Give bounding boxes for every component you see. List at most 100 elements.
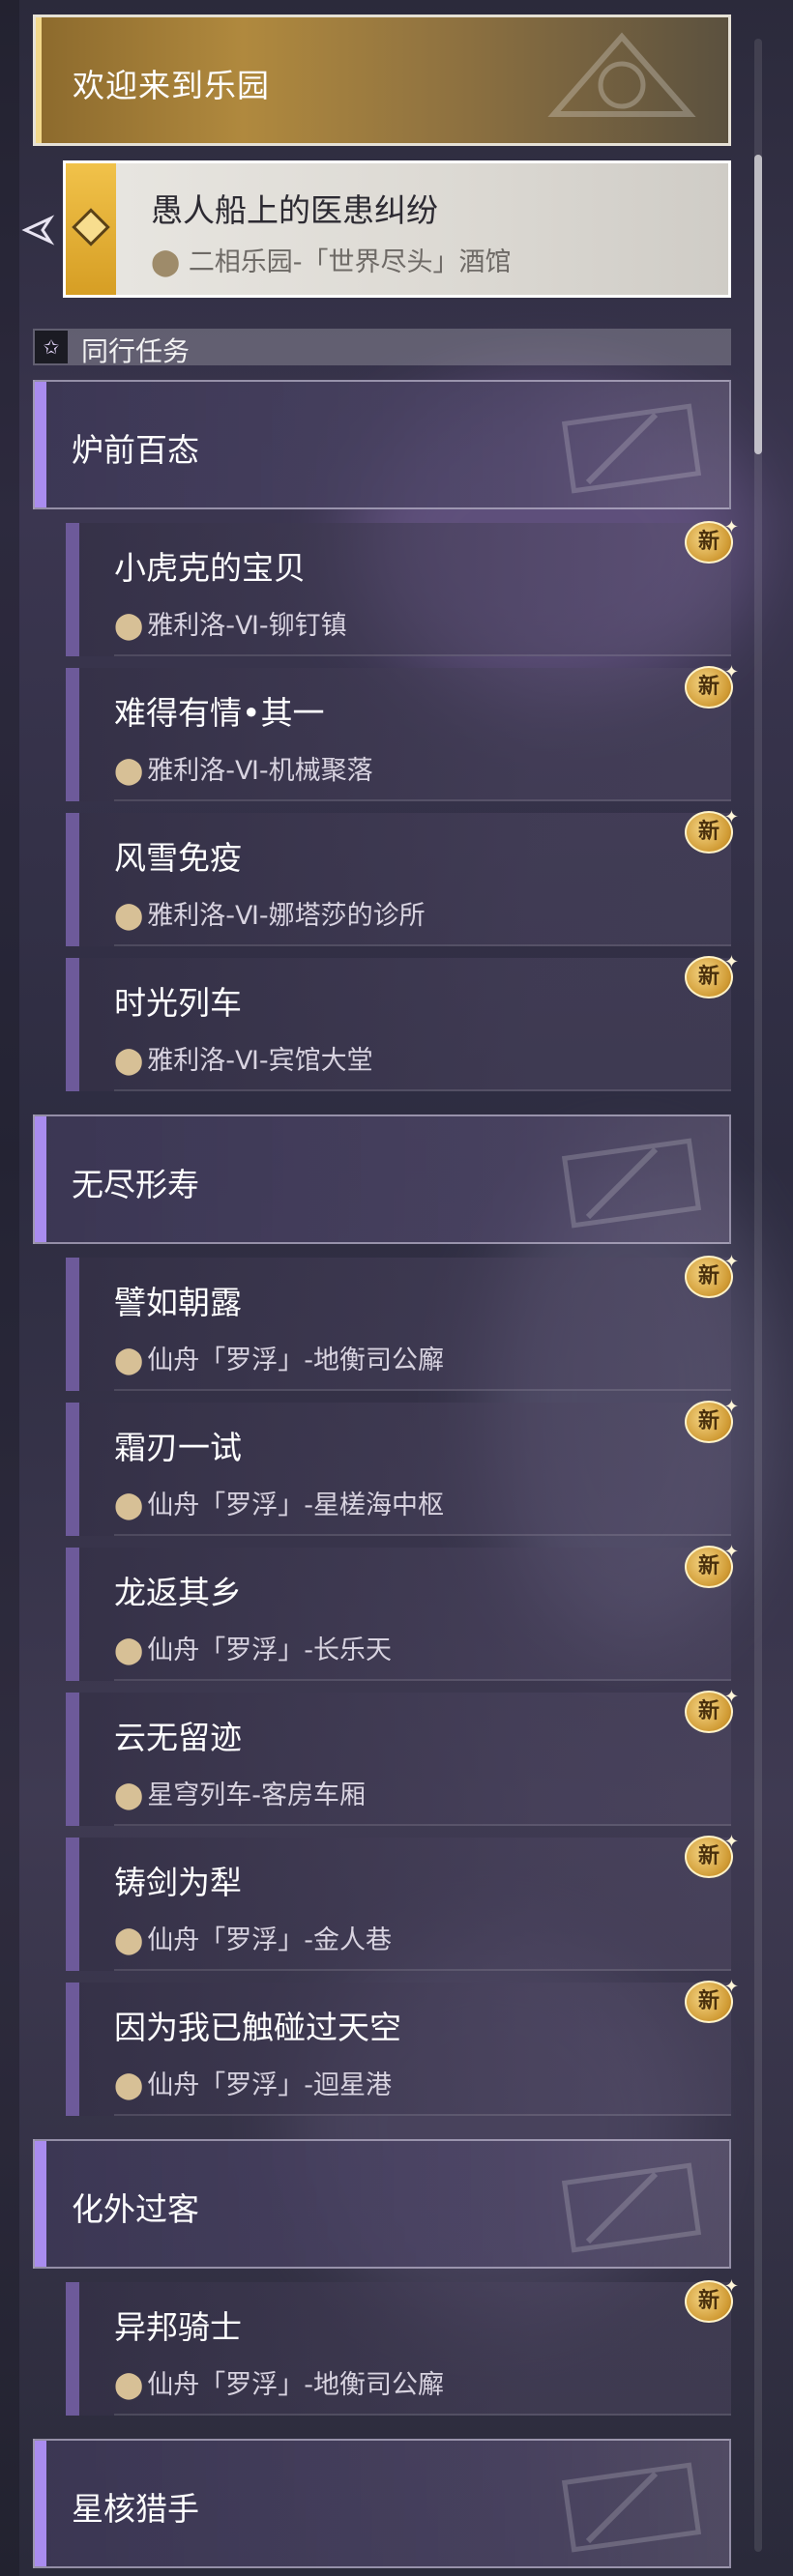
sparkle-icon: ✦ — [723, 1542, 739, 1562]
quest-location-text: 雅利洛-Ⅵ-机械聚落 — [147, 756, 373, 786]
quest-item-bar — [66, 668, 79, 801]
welcome-quest-header[interactable]: 欢迎来到乐园 — [33, 14, 731, 146]
category-emblem-icon — [561, 2162, 702, 2253]
sparkle-icon: ✦ — [723, 1252, 739, 1272]
quest-item[interactable]: 龙返其乡 ⬤ 仙舟「罗浮」-长乐天 新 ✦ — [66, 1542, 739, 1681]
quest-location-text: 仙舟「罗浮」-金人巷 — [147, 1925, 392, 1955]
quest-title: 譬如朝露 — [114, 1284, 242, 1321]
quest-item[interactable]: 风雪免疫 ⬤ 雅利洛-Ⅵ-娜塔莎的诊所 新 ✦ — [66, 807, 739, 946]
tracking-pointer-icon — [21, 215, 55, 246]
quest-location: ⬤ 星穹列车-客房车厢 — [114, 1774, 366, 1811]
quest-item[interactable]: 因为我已触碰过天空 ⬤ 仙舟「罗浮」-迴星港 新 ✦ — [66, 1977, 739, 2116]
quest-title: 霜刃一试 — [114, 1429, 242, 1466]
category-stripe — [35, 2141, 46, 2267]
quest-title: 难得有情•其一 — [114, 694, 325, 732]
quest-title: 小虎克的宝贝 — [114, 549, 306, 587]
location-pin-icon: ⬤ — [114, 2070, 144, 2100]
quest-location: ⬤ 仙舟「罗浮」-星槎海中枢 — [114, 1484, 444, 1521]
quest-location-text: 仙舟「罗浮」-地衡司公廨 — [147, 1346, 444, 1375]
location-pin-icon: ⬤ — [114, 1635, 144, 1665]
quest-item-bar — [66, 1983, 79, 2116]
location-pin-icon: ⬤ — [114, 2370, 144, 2400]
new-badge-icon: 新 ✦ — [685, 662, 739, 712]
quest-title: 龙返其乡 — [114, 1574, 242, 1611]
scrollbar-thumb[interactable] — [754, 155, 762, 454]
quest-title: 因为我已触碰过天空 — [114, 2009, 401, 2046]
quest-location-text: 仙舟「罗浮」-长乐天 — [147, 1635, 392, 1665]
sparkle-icon: ✦ — [723, 1687, 739, 1707]
sparkle-icon: ✦ — [723, 1832, 739, 1852]
quest-item[interactable]: 霜刃一试 ⬤ 仙舟「罗浮」-星槎海中枢 新 ✦ — [66, 1397, 739, 1536]
quest-item[interactable]: 小虎克的宝贝 ⬤ 雅利洛-Ⅵ-铆钉镇 新 ✦ — [66, 517, 739, 656]
quest-item[interactable]: 云无留迹 ⬤ 星穹列车-客房车厢 新 ✦ — [66, 1687, 739, 1826]
category-emblem-icon — [561, 403, 702, 494]
star-icon: ✩ — [35, 331, 68, 363]
quest-location: ⬤ 仙舟「罗浮」-金人巷 — [114, 1919, 392, 1956]
category-header[interactable]: 炉前百态 — [33, 380, 731, 509]
quest-location: ⬤ 雅利洛-Ⅵ-机械聚落 — [114, 749, 373, 787]
quest-location: ⬤ 雅利洛-Ⅵ-宾馆大堂 — [114, 1039, 373, 1077]
quest-location-text: 雅利洛-Ⅵ-铆钉镇 — [147, 611, 347, 641]
sparkle-icon: ✦ — [723, 2276, 739, 2297]
quest-location-text: 雅利洛-Ⅵ-娜塔莎的诊所 — [147, 901, 426, 931]
section-label: ✩ 同行任务 — [33, 329, 731, 367]
sparkle-icon: ✦ — [723, 662, 739, 682]
new-badge-icon: 新 ✦ — [685, 517, 739, 567]
location-pin-icon: ⬤ — [114, 1780, 144, 1810]
category-title: 化外过客 — [72, 2190, 199, 2228]
quest-divider — [114, 1824, 731, 1826]
category-stripe — [35, 382, 46, 507]
active-quest-card[interactable]: 愚人船上的医患纠纷 ⬤ 二相乐园-「世界尽头」酒馆 — [63, 160, 731, 298]
new-badge-icon: 新 ✦ — [685, 1252, 739, 1302]
emblem-decoration-icon — [547, 32, 696, 117]
location-pin-icon: ⬤ — [114, 1925, 144, 1955]
location-pin-icon: ⬤ — [114, 1046, 144, 1076]
diamond-icon — [72, 208, 110, 246]
quest-title: 风雪免疫 — [114, 839, 242, 877]
quest-divider — [114, 1969, 731, 1971]
quest-item[interactable]: 铸剑为犁 ⬤ 仙舟「罗浮」-金人巷 新 ✦ — [66, 1832, 739, 1971]
quest-location-text: 仙舟「罗浮」-星槎海中枢 — [147, 1491, 444, 1520]
quest-divider — [114, 1534, 731, 1536]
quest-location-text: 仙舟「罗浮」-迴星港 — [147, 2070, 392, 2100]
quest-divider — [114, 944, 731, 946]
quest-title: 云无留迹 — [114, 1719, 242, 1756]
location-pin-icon: ⬤ — [114, 611, 144, 641]
active-quest-location-text: 二相乐园-「世界尽头」酒馆 — [188, 247, 512, 277]
quest-location-text: 仙舟「罗浮」-地衡司公廨 — [147, 2370, 444, 2400]
quest-item[interactable]: 时光列车 ⬤ 雅利洛-Ⅵ-宾馆大堂 新 ✦ — [66, 952, 739, 1091]
quest-item[interactable]: 难得有情•其一 ⬤ 雅利洛-Ⅵ-机械聚落 新 ✦ — [66, 662, 739, 801]
new-badge-icon: 新 ✦ — [685, 1977, 739, 2027]
new-badge-icon: 新 ✦ — [685, 952, 739, 1002]
quest-divider — [114, 799, 731, 801]
quest-divider — [114, 1679, 731, 1681]
category-stripe — [35, 2441, 46, 2566]
quest-item-bar — [66, 2282, 79, 2416]
sparkle-icon: ✦ — [723, 952, 739, 972]
active-quest-title: 愚人船上的医患纠纷 — [151, 191, 438, 229]
active-quest-location: ⬤ 二相乐园-「世界尽头」酒馆 — [151, 241, 512, 278]
quest-location: ⬤ 仙舟「罗浮」-长乐天 — [114, 1629, 392, 1666]
quest-item-bar — [66, 1548, 79, 1681]
quest-item-bar — [66, 523, 79, 656]
category-header[interactable]: 星核猎手 — [33, 2439, 731, 2568]
quest-item[interactable]: 异邦骑士 ⬤ 仙舟「罗浮」-地衡司公廨 新 ✦ — [66, 2276, 739, 2416]
new-badge-icon: 新 ✦ — [685, 1832, 739, 1882]
section-title: 同行任务 — [81, 335, 191, 367]
sparkle-icon: ✦ — [723, 807, 739, 827]
quest-divider — [114, 1389, 731, 1391]
header-stripe — [36, 17, 42, 143]
category-emblem-icon — [561, 2462, 702, 2553]
sparkle-icon: ✦ — [723, 517, 739, 537]
quest-divider — [114, 1089, 731, 1091]
sparkle-icon: ✦ — [723, 1397, 739, 1417]
category-title: 星核猎手 — [72, 2490, 199, 2528]
new-badge-icon: 新 ✦ — [685, 1397, 739, 1447]
category-header[interactable]: 化外过客 — [33, 2139, 731, 2269]
quest-location: ⬤ 雅利洛-Ⅵ-娜塔莎的诊所 — [114, 894, 426, 932]
category-header[interactable]: 无尽形寿 — [33, 1114, 731, 1244]
new-badge-icon: 新 ✦ — [685, 1687, 739, 1737]
quest-item[interactable]: 譬如朝露 ⬤ 仙舟「罗浮」-地衡司公廨 新 ✦ — [66, 1252, 739, 1391]
quest-location: ⬤ 仙舟「罗浮」-地衡司公廨 — [114, 2363, 444, 2401]
quest-title: 铸剑为犁 — [114, 1864, 242, 1901]
